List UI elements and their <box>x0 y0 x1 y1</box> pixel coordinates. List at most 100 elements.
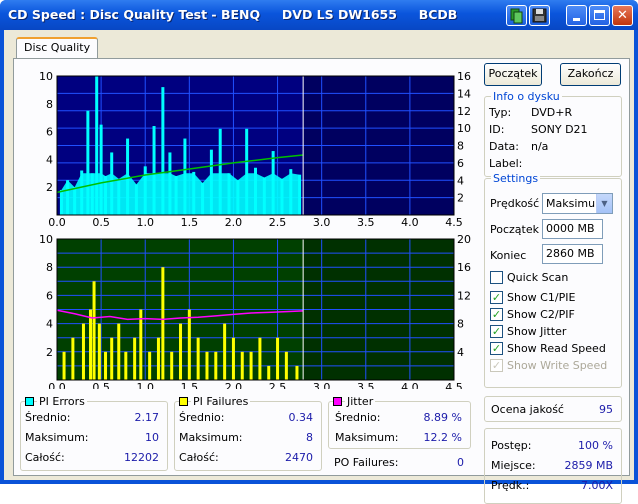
show-c2-pif-checkbox[interactable]: ✓ <box>490 308 503 321</box>
quality-label: Ocena jakość <box>491 403 564 416</box>
x-tick-label: 1.5 <box>181 216 199 229</box>
disc-label-label: Label: <box>489 157 523 170</box>
x-tick-label: 2.0 <box>225 381 243 389</box>
bar-mark <box>89 309 93 380</box>
y-right-tick-label: 4 <box>457 346 464 359</box>
save-disk-icon[interactable] <box>529 5 550 26</box>
pi-errors-avg-value: 2.17 <box>134 411 160 424</box>
x-tick-label: 1.0 <box>136 381 154 389</box>
jitter-avg-value: 8.89 % <box>423 411 462 424</box>
disc-id-value: SONY D21 <box>531 123 588 136</box>
show-read-speed-label[interactable]: Show Read Speed <box>507 342 606 355</box>
y-right-tick-label: 12 <box>457 105 471 118</box>
settings-group: Settings Prędkość Maksimum ▼ Początek 00… <box>484 172 622 388</box>
chevron-down-icon[interactable]: ▼ <box>596 194 612 213</box>
x-tick-label: 3.0 <box>313 216 331 229</box>
minimize-button[interactable] <box>566 5 587 26</box>
quality-value: 95 <box>599 403 613 416</box>
speed-select[interactable]: Maksimum ▼ <box>542 193 613 214</box>
bar-mark <box>187 309 191 380</box>
bar-mark <box>156 337 160 380</box>
quick-scan-label[interactable]: Quick Scan <box>507 271 568 284</box>
y-right-tick-label: 20 <box>457 233 471 246</box>
bar-mark <box>133 337 137 380</box>
bar-mark <box>179 323 183 380</box>
x-tick-label: 0.5 <box>92 381 110 389</box>
close-button[interactable]: ✕ <box>612 5 633 26</box>
bar-mark <box>104 351 108 380</box>
x-tick-label: 2.5 <box>269 381 287 389</box>
disc-info-group: Info o dysku Typ: DVD+R ID: SONY D21 Dat… <box>484 90 622 177</box>
show-c2-pif-label[interactable]: Show C2/PIF <box>507 308 575 321</box>
title-bar[interactable]: CD Speed : Disc Quality Test - BENQ DVD … <box>0 0 638 30</box>
end-button[interactable]: Zakończ <box>560 63 621 86</box>
show-jitter-checkbox[interactable]: ✓ <box>490 325 503 338</box>
bar-mark <box>161 267 165 380</box>
pi-errors-chart: 0.0 0.5 1.0 1.5 2.0 2.5 3.0 3.5 4.0 4.5 2 4 6 8 10 2 4 6 8… <box>39 70 471 229</box>
show-c1-pie-checkbox[interactable]: ✓ <box>490 291 503 304</box>
start-button[interactable]: Początek <box>484 63 542 86</box>
y-right-tick-label: 10 <box>457 122 471 135</box>
x-tick-label: 1.5 <box>181 381 199 389</box>
show-jitter-label[interactable]: Show Jitter <box>507 325 566 338</box>
progress-value: 100 % <box>578 439 613 452</box>
bar-mark <box>71 337 75 380</box>
tab-panel: 0.0 0.5 1.0 1.5 2.0 2.5 3.0 3.5 4.0 4.5 2 4 6 8 10 2 4 6 8… <box>13 58 630 504</box>
start-mb-input[interactable]: 0000 MB <box>542 219 603 239</box>
disc-date-label: Data: <box>489 140 519 153</box>
pi-failures-total-label: Całość: <box>179 451 219 464</box>
maximize-button[interactable] <box>589 5 610 26</box>
x-tick-label: 4.0 <box>401 216 419 229</box>
bar-mark <box>267 365 271 380</box>
pi-errors-total-value: 12202 <box>124 451 159 464</box>
pi-failures-swatch <box>179 397 188 406</box>
show-write-speed-checkbox: ✓ <box>490 359 503 372</box>
settings-title: Settings <box>491 172 541 185</box>
pi-errors-swatch <box>25 397 34 406</box>
pi-errors-area <box>61 173 300 215</box>
pi-failures-group: PI Failures Średnio: 0.34 Maksimum: 8 Ca… <box>174 395 322 471</box>
bar-mark <box>92 281 96 380</box>
y-right-tick-label: 8 <box>457 318 464 331</box>
tab-disc-quality[interactable]: Disc Quality <box>16 37 99 59</box>
show-c1-pie-label[interactable]: Show C1/PIE <box>507 291 575 304</box>
x-tick-label: 2.0 <box>225 216 243 229</box>
y-right-tick-label: 14 <box>457 87 471 100</box>
disc-date-value: n/a <box>531 140 549 153</box>
bar-mark <box>196 337 200 380</box>
bar-mark <box>240 351 244 380</box>
client-area: Disc Quality 0.0 0.5 1.0 1.5 2.0 2.5 3.0 3.5 4.0… <box>4 30 634 504</box>
y-right-tick-label: 16 <box>457 70 471 83</box>
copy-icon[interactable] <box>506 5 527 26</box>
position-label: Miejsce: <box>491 459 536 472</box>
y-right-tick-label: 6 <box>457 157 464 170</box>
disc-id-label: ID: <box>489 123 505 136</box>
x-tick-label: 1.0 <box>136 216 154 229</box>
jitter-max-label: Maksimum: <box>335 431 399 444</box>
quick-scan-checkbox[interactable] <box>490 271 503 284</box>
x-tick-label: 3.5 <box>357 381 375 389</box>
x-tick-label: 4.5 <box>445 216 463 229</box>
bar-mark <box>117 323 121 380</box>
bar-mark <box>62 351 66 380</box>
progress-label: Postęp: <box>491 439 532 452</box>
x-tick-label: 0.0 <box>48 381 66 389</box>
pi-errors-max-label: Maksimum: <box>25 431 89 444</box>
y-left-tick-label: 2 <box>46 346 53 359</box>
charts-area: 0.0 0.5 1.0 1.5 2.0 2.5 3.0 3.5 4.0 4.5 2 4 6 8 10 2 4 6 8… <box>39 70 471 389</box>
pi-failures-chart: 0.0 0.5 1.0 1.5 2.0 2.5 3.0 3.5 4.0 4.5 2 4 6 8 10 4 8 12… <box>39 233 471 389</box>
speed-readout-value: 7.00X <box>580 479 613 492</box>
jitter-title: Jitter <box>345 395 376 408</box>
end-mb-input[interactable]: 2860 MB <box>542 244 603 264</box>
start-mb-label: Początek <box>490 223 539 236</box>
po-failures-label: PO Failures: <box>334 456 399 469</box>
y-right-tick-label: 12 <box>457 289 471 302</box>
bar-mark <box>231 337 235 380</box>
y-left-tick-label: 10 <box>39 70 53 83</box>
show-read-speed-checkbox[interactable]: ✓ <box>490 342 503 355</box>
bar-mark <box>214 351 218 380</box>
pi-failures-avg-label: Średnio: <box>179 411 225 424</box>
speed-label: Prędkość <box>490 197 540 210</box>
jitter-max-value: 12.2 % <box>423 431 462 444</box>
pi-failures-avg-value: 0.34 <box>288 411 314 424</box>
